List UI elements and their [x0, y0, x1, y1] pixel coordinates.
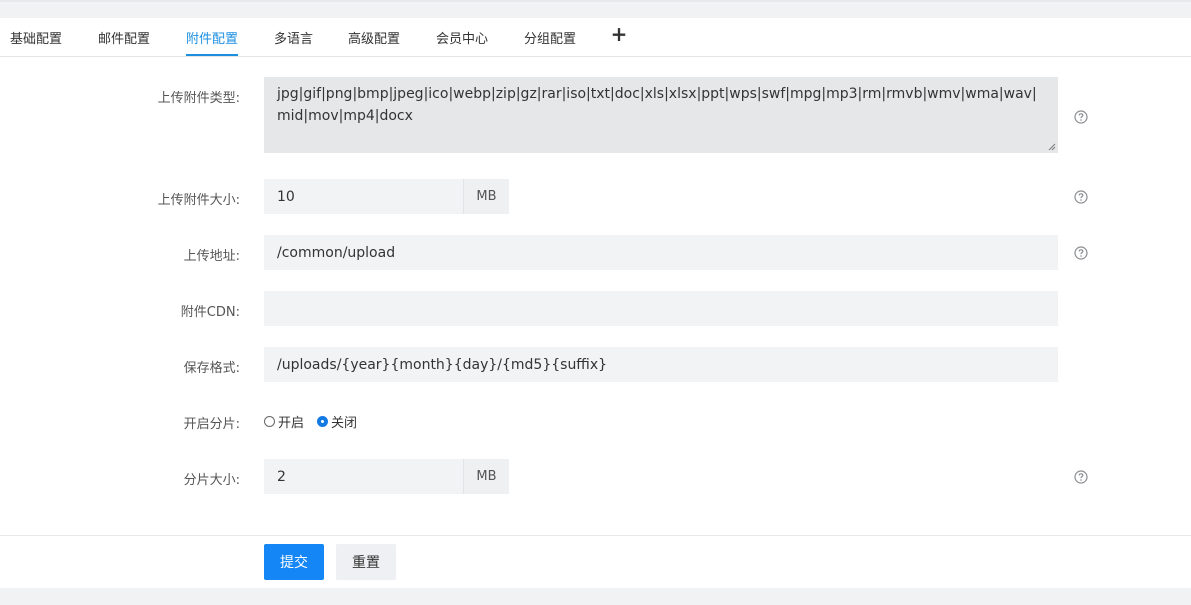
chunk-size-input[interactable] — [264, 459, 464, 494]
help-icon[interactable] — [1074, 470, 1088, 484]
top-border — [0, 0, 1191, 2]
upload-types-textarea[interactable]: jpg|gif|png|bmp|jpeg|ico|webp|zip|gz|rar… — [264, 77, 1058, 153]
save-format-label: 保存格式: — [183, 361, 240, 376]
upload-url-input[interactable] — [264, 235, 1058, 270]
tab-advanced[interactable]: 高级配置 — [348, 28, 400, 56]
settings-card: 基础配置 邮件配置 附件配置 多语言 高级配置 会员中心 分组配置 + 上传附件… — [0, 18, 1191, 588]
upload-size-label: 上传附件大小: — [157, 193, 240, 208]
upload-size-unit: MB — [463, 179, 509, 214]
help-icon[interactable] — [1074, 190, 1088, 204]
tab-mail[interactable]: 邮件配置 — [98, 28, 150, 56]
tab-basic[interactable]: 基础配置 — [10, 28, 62, 56]
chunking-on-label: 开启 — [278, 415, 305, 431]
upload-size-input[interactable] — [264, 179, 464, 214]
tab-member[interactable]: 会员中心 — [436, 28, 488, 56]
chunking-off-label: 关闭 — [331, 415, 358, 431]
tab-attachment[interactable]: 附件配置 — [186, 28, 239, 56]
help-icon[interactable] — [1074, 246, 1088, 260]
chunking-off-option[interactable]: 关闭 — [317, 413, 358, 431]
chunking-label: 开启分片: — [183, 417, 240, 432]
chunk-size-label: 分片大小: — [183, 473, 240, 488]
help-icon[interactable] — [1074, 110, 1088, 124]
add-tab-button[interactable]: + — [610, 24, 628, 44]
cdn-label: 附件CDN: — [180, 305, 240, 320]
tab-group[interactable]: 分组配置 — [524, 28, 576, 56]
cdn-input[interactable] — [264, 291, 1058, 326]
reset-button[interactable]: 重置 — [336, 544, 396, 580]
radio-unchecked-icon[interactable] — [264, 415, 275, 427]
save-format-input[interactable] — [264, 347, 1058, 382]
upload-types-value: jpg|gif|png|bmp|jpeg|ico|webp|zip|gz|rar… — [277, 86, 1037, 124]
footer-divider — [0, 535, 1191, 536]
submit-button[interactable]: 提交 — [264, 544, 324, 580]
radio-checked-icon[interactable] — [317, 415, 328, 427]
tab-language[interactable]: 多语言 — [274, 28, 313, 56]
chunk-size-unit: MB — [463, 459, 509, 494]
tab-bar: 基础配置 邮件配置 附件配置 多语言 高级配置 会员中心 分组配置 + — [0, 18, 1191, 57]
upload-types-label: 上传附件类型: — [157, 91, 240, 106]
upload-url-label: 上传地址: — [183, 249, 240, 264]
chunking-on-option[interactable]: 开启 — [264, 413, 305, 431]
resize-handle-icon[interactable] — [1048, 143, 1056, 151]
